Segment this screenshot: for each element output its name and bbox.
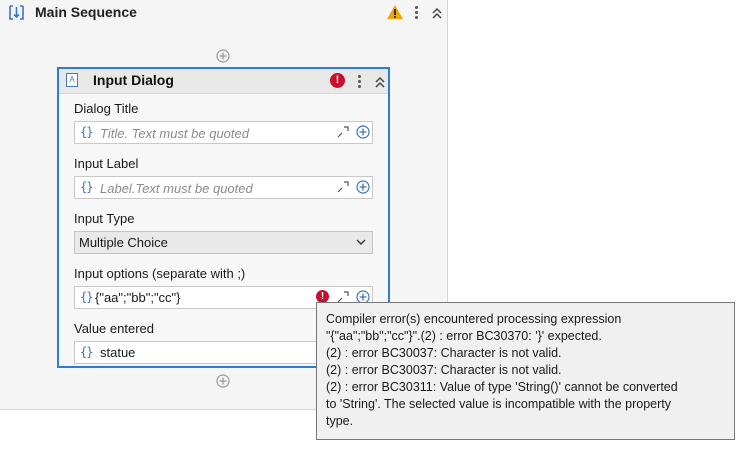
input-label-placeholder: Label.Text must be quoted [100,181,253,196]
activity-header[interactable]: A Input Dialog ! [59,69,388,94]
double-chevron-up-icon[interactable] [430,6,444,20]
add-activity-bottom-icon[interactable] [216,374,230,388]
value-entered-value: statue [100,345,136,360]
input-options-label: Input options (separate with ;) [74,266,246,281]
warning-icon[interactable] [386,4,404,20]
input-type-label: Input Type [74,211,135,226]
input-type-select[interactable]: Multiple Choice [74,231,373,254]
input-dialog-icon: A [66,73,78,87]
tooltip-line: (2) : error BC30037: Character is not va… [326,346,562,360]
activity-collapse-icon[interactable] [373,75,387,89]
tooltip-line: Compiler error(s) encountered processing… [326,312,622,326]
expression-icon: {} [80,125,93,139]
expand-icon[interactable] [337,181,349,193]
input-options-value[interactable]: {"aa";"bb";"cc"} [95,290,181,305]
dialog-title-field[interactable]: {} Title. Text must be quoted [74,121,373,144]
expression-icon: {} [80,345,93,359]
sequence-icon [9,5,24,20]
tooltip-line: type. [326,414,354,428]
plus-circle-icon[interactable] [356,125,370,139]
activity-error-icon[interactable]: ! [330,73,345,88]
tooltip-line: "{"aa";"bb";"cc"}".(2) : error BC30370: … [326,329,602,343]
sequence-menu-icon[interactable] [413,4,419,20]
input-label-field[interactable]: {} Label.Text must be quoted [74,176,373,199]
tooltip-line: (2) : error BC30311: Value of type 'Stri… [326,380,678,394]
chevron-down-icon [356,239,366,245]
tooltip-line: to 'String'. The selected value is incom… [326,397,672,411]
value-entered-label: Value entered [74,321,154,336]
plus-circle-icon[interactable] [356,180,370,194]
add-activity-top-icon[interactable] [216,49,230,63]
activity-menu-icon[interactable] [356,73,362,89]
tooltip-line: (2) : error BC30037: Character is not va… [326,363,562,377]
activity-title: Input Dialog [93,72,174,88]
dialog-title-placeholder: Title. Text must be quoted [100,126,249,141]
input-type-selected: Multiple Choice [79,235,168,250]
input-label-label: Input Label [74,156,139,171]
sequence-header[interactable]: Main Sequence [0,0,448,26]
error-tooltip: Compiler error(s) encountered processing… [316,302,735,440]
expression-icon: {} [80,290,93,304]
expand-icon[interactable] [337,126,349,138]
expression-icon: {} [80,180,93,194]
sequence-title: Main Sequence [35,4,137,20]
dialog-title-label: Dialog Title [74,101,139,116]
